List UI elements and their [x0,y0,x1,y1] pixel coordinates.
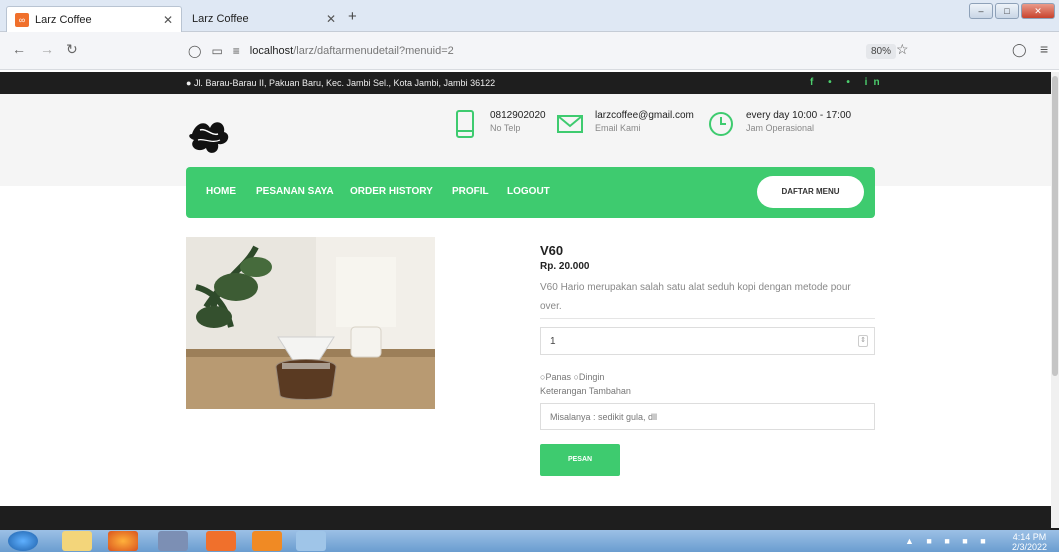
paint-icon[interactable] [296,531,326,551]
nav-logout[interactable]: LOGOUT [507,186,550,197]
store-address: ● Jl. Barau-Barau II, Pakuan Baru, Kec. … [186,78,496,88]
window-controls: – □ ✕ [969,3,1055,19]
zoom-level[interactable]: 80% [866,44,897,59]
main-navigation: HOME PESANAN SAYA ORDER HISTORY PROFIL L… [186,167,875,218]
close-tab-icon[interactable]: ✕ [326,12,336,26]
clock-time: 4:14 PM [1012,532,1047,542]
phone-icon [456,110,474,138]
hamburger-menu-icon[interactable]: ≡ [1040,41,1048,57]
pocket-icon[interactable]: ◯ [1012,42,1027,58]
quantity-input[interactable]: 1 ⇕ [540,327,875,355]
window-close-icon[interactable]: ✕ [1021,3,1055,19]
system-tray-icons[interactable]: ▲ ■ ■ ■ ■ [905,536,991,546]
nav-home[interactable]: HOME [206,186,236,197]
envelope-icon [557,115,583,133]
scrollbar-thumb[interactable] [1052,76,1058,376]
tab-larz-coffee-active[interactable]: ∞ Larz Coffee ✕ [6,6,182,32]
xampp-icon[interactable] [206,531,236,551]
temperature-options: ○Panas ○Dingin [540,372,604,382]
site-top-bar: ● Jl. Barau-Barau II, Pakuan Baru, Kec. … [0,72,1059,94]
firefox-icon[interactable] [108,531,138,551]
phone-label: No Telp [490,123,521,133]
contact-email: larzcoffee@gmail.com Email Kami [557,110,694,138]
tab-larz-coffee[interactable]: Larz Coffee ✕ [184,6,344,32]
browser-navigation-bar: ← → ↻ ◯ ▭ ≡ localhost/larz/daftarmenudet… [0,32,1059,70]
quantity-value: 1 [550,336,556,347]
app-icon[interactable] [158,531,188,551]
hours-label: Jam Operasional [746,123,815,133]
reload-icon[interactable]: ↻ [66,41,78,58]
file-explorer-icon[interactable] [62,531,92,551]
nav-pesanan-saya[interactable]: PESANAN SAYA [256,186,334,197]
clock-icon [709,112,733,136]
new-tab-icon[interactable]: + [348,8,357,25]
nav-profil[interactable]: PROFIL [452,186,489,197]
page-scrollbar[interactable] [1051,72,1059,528]
tab-title: Larz Coffee [35,13,92,26]
close-tab-icon[interactable]: ✕ [163,13,173,27]
url-path: /larz/daftarmenudetail?menuid=2 [293,45,454,57]
product-description: V60 Hario merupakan salah satu alat sedu… [540,282,851,312]
daftar-menu-button[interactable]: DAFTAR MENU [757,176,864,208]
minimize-icon[interactable]: – [969,3,993,19]
order-button[interactable]: PESAN [540,444,620,476]
tab-title: Larz Coffee [192,13,249,25]
contact-hours: every day 10:00 - 17:00 Jam Operasional [708,110,851,138]
permissions-icon: ≡ [232,44,240,58]
radio-dingin[interactable]: ○Dingin [573,372,604,382]
larz-coffee-logo[interactable] [186,114,232,158]
clock-date: 2/3/2022 [1012,542,1048,552]
social-icons[interactable]: f • • in [810,77,886,88]
phone-number: 0812902020 [490,110,546,121]
divider [540,318,875,319]
windows-taskbar: ▲ ■ ■ ■ ■ 4:14 PM 2/3/2022 [0,530,1059,552]
xampp-favicon-icon: ∞ [15,12,29,27]
email-label: Email Kami [595,123,641,133]
maximize-icon[interactable]: □ [995,3,1019,19]
bookmark-star-icon[interactable]: ☆ [896,41,909,58]
contact-phone: 0812902020 No Telp [452,110,546,138]
site-footer [0,506,1059,530]
opening-hours: every day 10:00 - 17:00 [746,110,852,121]
url-host: localhost [249,45,294,57]
browser-tab-strip: ∞ Larz Coffee ✕ Larz Coffee ✕ + – □ ✕ [0,0,1059,32]
product-name: V60 [540,243,564,258]
product-price: Rp. 20.000 [540,261,590,272]
taskbar-clock[interactable]: 4:14 PM 2/3/2022 [1012,532,1047,552]
forward-arrow-icon[interactable]: → [40,41,54,57]
url-bar[interactable]: ◯ ▭ ≡ localhost/larz/daftarmenudetail?me… [188,39,908,63]
sublime-text-icon[interactable] [252,531,282,551]
notes-input[interactable]: Misalanya : sedikit gula, dll [540,403,875,430]
page-icon: ▭ [211,44,223,58]
email-address: larzcoffee@gmail.com [595,110,694,121]
back-arrow-icon[interactable]: ← [12,41,26,57]
shield-icon: ◯ [188,44,202,58]
product-photo [186,237,435,409]
radio-panas[interactable]: ○Panas [540,372,571,382]
quantity-stepper-icon[interactable]: ⇕ [858,335,868,347]
start-button-icon[interactable] [8,531,38,551]
notes-label: Keterangan Tambahan [540,386,631,396]
nav-order-history[interactable]: ORDER HISTORY [350,186,433,197]
